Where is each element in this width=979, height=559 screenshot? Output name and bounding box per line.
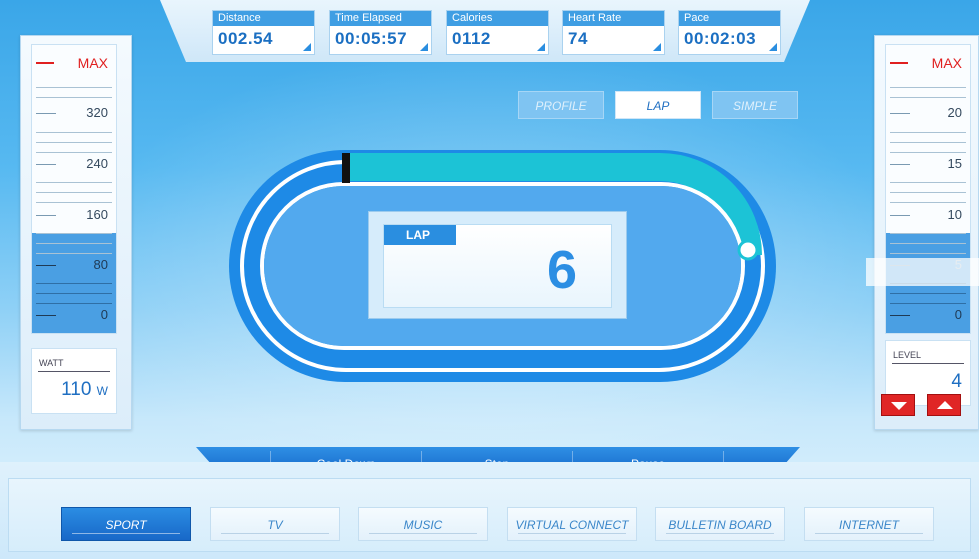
nav-tv[interactable]: TV <box>210 507 340 541</box>
underline <box>221 533 329 534</box>
lap-label: LAP <box>384 225 456 245</box>
lap-panel: LAP 6 <box>368 211 627 319</box>
nav-label: MUSIC <box>403 518 443 532</box>
nav-label: INTERNET <box>839 518 899 532</box>
nav-virtual-connect[interactable]: VIRTUAL CONNECT <box>507 507 637 541</box>
nav-bulletin-board[interactable]: BULLETIN BOARD <box>655 507 785 541</box>
underline <box>518 533 626 534</box>
start-line <box>342 153 350 183</box>
underline <box>72 533 180 534</box>
underline <box>815 533 923 534</box>
lap-count: 6 <box>546 240 577 300</box>
nav-label: TV <box>267 518 283 532</box>
nav-sport[interactable]: SPORT <box>61 507 191 541</box>
runner-position-icon <box>737 239 759 261</box>
lap-display: LAP 6 <box>383 224 612 308</box>
underline <box>369 533 477 534</box>
nav-music[interactable]: MUSIC <box>358 507 488 541</box>
nav-label: VIRTUAL CONNECT <box>515 518 629 532</box>
nav-label: SPORT <box>105 518 147 532</box>
nav-label: BULLETIN BOARD <box>668 518 772 532</box>
underline <box>666 533 774 534</box>
nav-internet[interactable]: INTERNET <box>804 507 934 541</box>
